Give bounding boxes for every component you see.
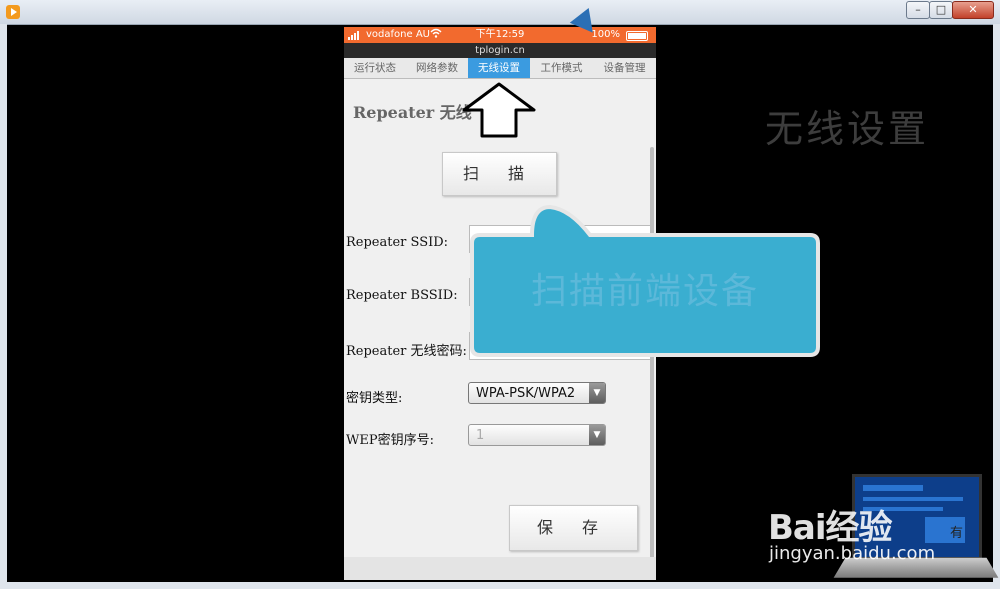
key-type-label: 密钥类型: bbox=[346, 391, 403, 406]
tab-run-status[interactable]: 运行状态 bbox=[344, 58, 406, 78]
battery-icon bbox=[626, 31, 648, 41]
dropdown-arrow-icon: ▼ bbox=[589, 383, 605, 403]
browser-bottom-bar bbox=[344, 557, 656, 580]
window-frame-bottom bbox=[0, 582, 1000, 589]
window-frame-left bbox=[0, 24, 7, 589]
bssid-label: Repeater BSSID: bbox=[346, 288, 458, 303]
close-button[interactable]: ✕ bbox=[952, 1, 994, 19]
key-type-value: WPA-PSK/WPA2 bbox=[476, 386, 576, 401]
watermark-url: jingyan.baidu.com bbox=[769, 543, 936, 564]
scan-button[interactable]: 扫 描 bbox=[442, 152, 557, 196]
password-label: Repeater 无线密码: bbox=[346, 344, 467, 359]
tab-work-mode[interactable]: 工作模式 bbox=[530, 58, 593, 78]
app-icon[interactable] bbox=[6, 5, 20, 19]
minimize-button[interactable]: – bbox=[906, 1, 930, 19]
window-titlebar: – □ ✕ bbox=[0, 0, 1000, 25]
tab-network-params[interactable]: 网络参数 bbox=[406, 58, 468, 78]
side-title: 无线设置 bbox=[765, 107, 930, 151]
maximize-button[interactable]: □ bbox=[929, 1, 953, 19]
callout-text: 扫描前端设备 bbox=[530, 271, 759, 312]
url-bar[interactable]: tplogin.cn bbox=[344, 43, 656, 58]
wep-index-value: 1 bbox=[476, 428, 485, 443]
wep-index-label: WEP密钥序号: bbox=[346, 433, 434, 448]
tab-wireless-settings[interactable]: 无线设置 bbox=[468, 58, 530, 78]
status-bar: vodafone AU 下午12:59 100% bbox=[344, 27, 656, 43]
watermark-suffix: 有 bbox=[950, 526, 964, 541]
dropdown-arrow-icon: ▼ bbox=[589, 425, 605, 445]
window-frame-right bbox=[993, 24, 1000, 589]
pointer-arrow-icon bbox=[462, 82, 536, 138]
page-title: Repeater 无线 bbox=[353, 103, 472, 122]
ssid-label: Repeater SSID: bbox=[346, 235, 449, 250]
tab-bar: 运行状态 网络参数 无线设置 工作模式 设备管理 bbox=[344, 58, 656, 79]
wep-index-select[interactable]: 1 ▼ bbox=[468, 424, 606, 446]
tab-device-management[interactable]: 设备管理 bbox=[593, 58, 656, 78]
baidu-logo: Bai经验 bbox=[768, 508, 893, 548]
save-button[interactable]: 保 存 bbox=[509, 505, 638, 551]
key-type-select[interactable]: WPA-PSK/WPA2 ▼ bbox=[468, 382, 606, 404]
